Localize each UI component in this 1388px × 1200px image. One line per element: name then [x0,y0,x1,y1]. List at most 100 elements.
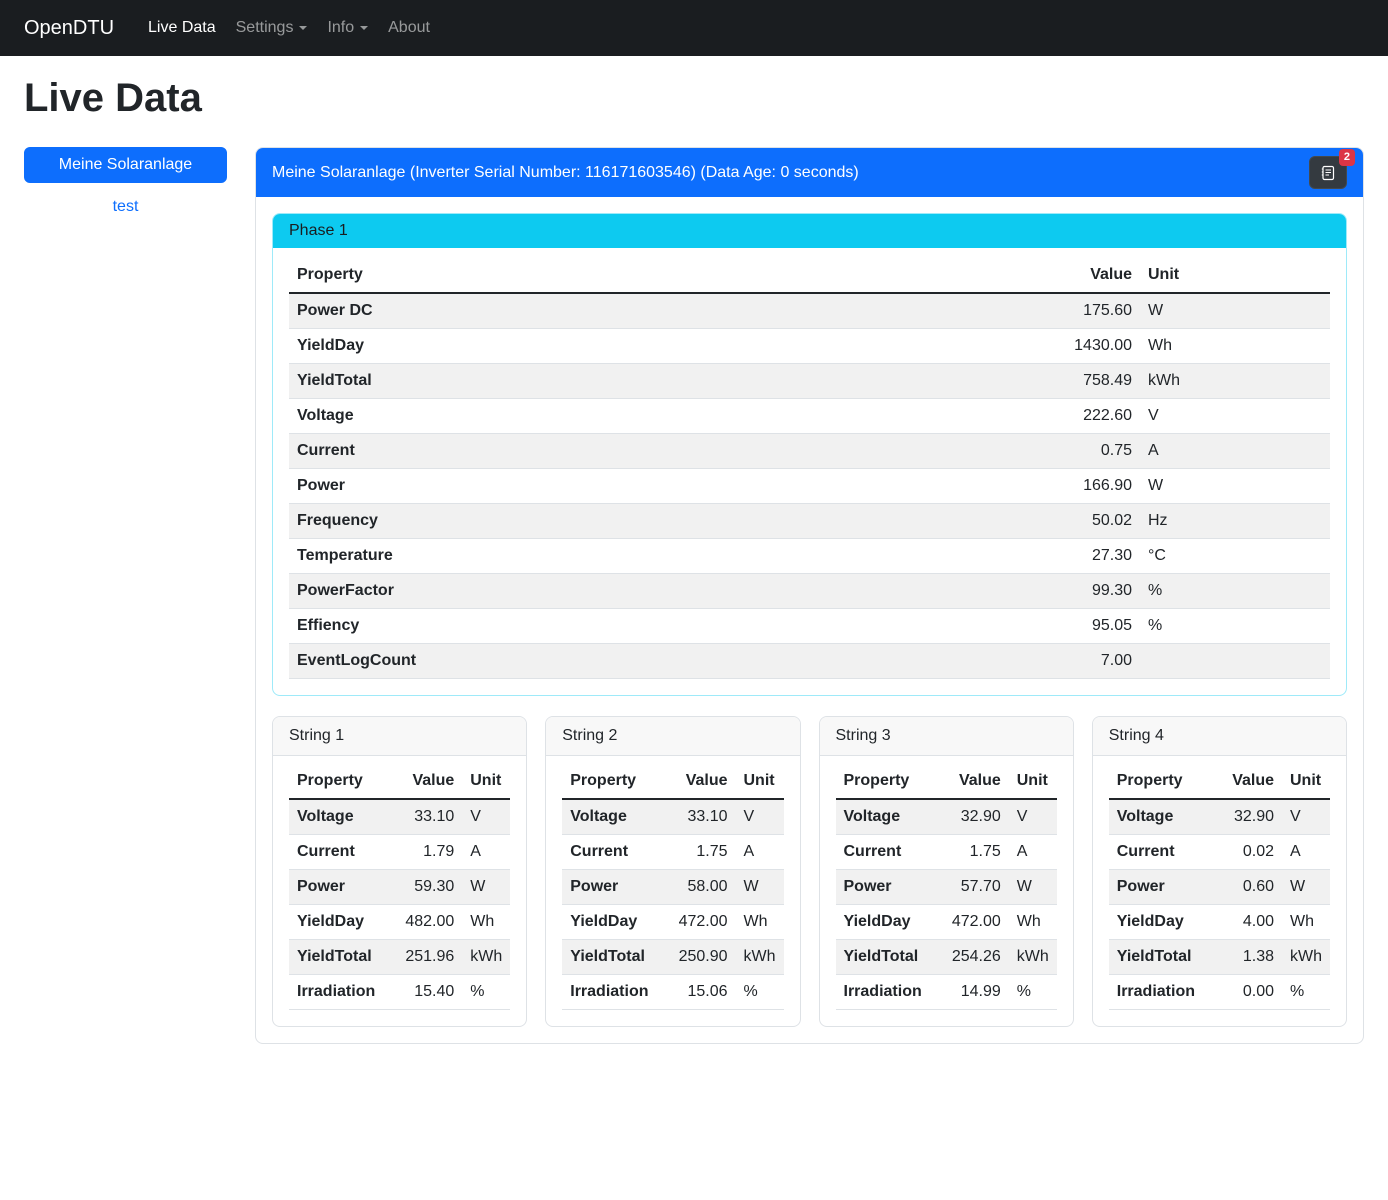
column-header-value: Value [1010,258,1140,293]
nav-item-info-label: Info [327,19,354,36]
value-cell: 33.10 [384,799,462,835]
property-cell: YieldDay [836,905,931,940]
table-row: Current0.02A [1109,835,1330,870]
property-cell: Power [562,870,657,905]
unit-cell: W [1140,293,1330,329]
property-cell: Current [1109,835,1204,870]
property-cell: Voltage [562,799,657,835]
table-row: Irradiation15.40% [289,975,510,1010]
value-cell: 1.75 [931,835,1009,870]
nav-item-settings[interactable]: Settings [226,11,318,45]
value-cell: 222.60 [1010,399,1140,434]
value-cell: 175.60 [1010,293,1140,329]
value-cell: 166.90 [1010,469,1140,504]
value-cell: 32.90 [1204,799,1282,835]
string-card-4: String 4 PropertyValueUnitVoltage32.90VC… [1092,716,1347,1027]
unit-cell: A [1140,434,1330,469]
table-row: Power166.90W [289,469,1330,504]
value-cell: 0.02 [1204,835,1282,870]
property-cell: Power [289,469,1010,504]
property-cell: YieldDay [1109,905,1204,940]
phase-card: Phase 1 PropertyValueUnit Power DC175.60… [272,213,1347,696]
property-cell: YieldDay [289,329,1010,364]
table-row: YieldDay472.00Wh [562,905,783,940]
value-cell: 15.06 [658,975,736,1010]
value-cell: 1.79 [384,835,462,870]
column-header-property: Property [562,764,657,799]
column-header-property: Property [1109,764,1204,799]
table-row: YieldTotal250.90kWh [562,940,783,975]
unit-cell: kWh [1009,940,1057,975]
unit-cell [1140,644,1330,679]
inverter-select-link-test[interactable]: test [24,198,227,216]
phase-card-title: Phase 1 [273,214,1346,248]
table-row: Current1.79A [289,835,510,870]
property-cell: YieldTotal [289,940,384,975]
table-row: Power57.70W [836,870,1057,905]
value-cell: 99.30 [1010,574,1140,609]
property-cell: Current [289,434,1010,469]
nav-item-live-data-label: Live Data [148,19,216,36]
table-row: YieldDay472.00Wh [836,905,1057,940]
property-cell: Frequency [289,504,1010,539]
table-row: Frequency50.02Hz [289,504,1330,539]
unit-cell: kWh [462,940,510,975]
navbar-menu: Live Data Settings Info About [138,11,440,45]
table-row: Irradiation0.00% [1109,975,1330,1010]
property-cell: Power [289,870,384,905]
table-row: Power58.00W [562,870,783,905]
string-card-2: String 2 PropertyValueUnitVoltage33.10VC… [545,716,800,1027]
string-data-table: PropertyValueUnitVoltage32.90VCurrent0.0… [1109,764,1330,1010]
unit-cell: A [1009,835,1057,870]
string-card-title: String 3 [820,717,1073,756]
eventlog-button[interactable]: 2 [1309,156,1347,189]
column-header-property: Property [289,258,1010,293]
string-card-title: String 1 [273,717,526,756]
table-row: Irradiation15.06% [562,975,783,1010]
page-title: Live Data [24,76,1364,121]
inverter-header-title: Meine Solaranlage (Inverter Serial Numbe… [272,164,859,182]
value-cell: 0.75 [1010,434,1140,469]
table-row: Current1.75A [836,835,1057,870]
property-cell: Temperature [289,539,1010,574]
table-row: PowerFactor99.30% [289,574,1330,609]
value-cell: 4.00 [1204,905,1282,940]
table-row: EventLogCount7.00 [289,644,1330,679]
value-cell: 14.99 [931,975,1009,1010]
string-data-table: PropertyValueUnitVoltage32.90VCurrent1.7… [836,764,1057,1010]
inverter-card-header: Meine Solaranlage (Inverter Serial Numbe… [256,148,1363,197]
value-cell: 58.00 [658,870,736,905]
unit-cell: kWh [736,940,784,975]
table-row: Voltage32.90V [1109,799,1330,835]
unit-cell: Wh [1009,905,1057,940]
navbar-brand[interactable]: OpenDTU [24,17,114,40]
unit-cell: A [462,835,510,870]
unit-cell: kWh [1140,364,1330,399]
unit-cell: Wh [736,905,784,940]
unit-cell: V [462,799,510,835]
column-header-value: Value [384,764,462,799]
property-cell: YieldTotal [836,940,931,975]
property-cell: Power [1109,870,1204,905]
value-cell: 250.90 [658,940,736,975]
value-cell: 27.30 [1010,539,1140,574]
unit-cell: V [1140,399,1330,434]
property-cell: Current [289,835,384,870]
unit-cell: W [462,870,510,905]
unit-cell: Wh [462,905,510,940]
property-cell: Current [562,835,657,870]
value-cell: 0.60 [1204,870,1282,905]
nav-item-info[interactable]: Info [317,11,378,45]
chevron-down-icon [360,26,368,30]
nav-item-live-data[interactable]: Live Data [138,11,226,45]
unit-cell: V [736,799,784,835]
property-cell: YieldTotal [289,364,1010,399]
value-cell: 758.49 [1010,364,1140,399]
unit-cell: W [1009,870,1057,905]
column-header-unit: Unit [736,764,784,799]
inverter-select-button[interactable]: Meine Solaranlage [24,147,227,183]
nav-item-about[interactable]: About [378,11,440,45]
table-row: YieldDay4.00Wh [1109,905,1330,940]
value-cell: 482.00 [384,905,462,940]
property-cell: YieldDay [562,905,657,940]
